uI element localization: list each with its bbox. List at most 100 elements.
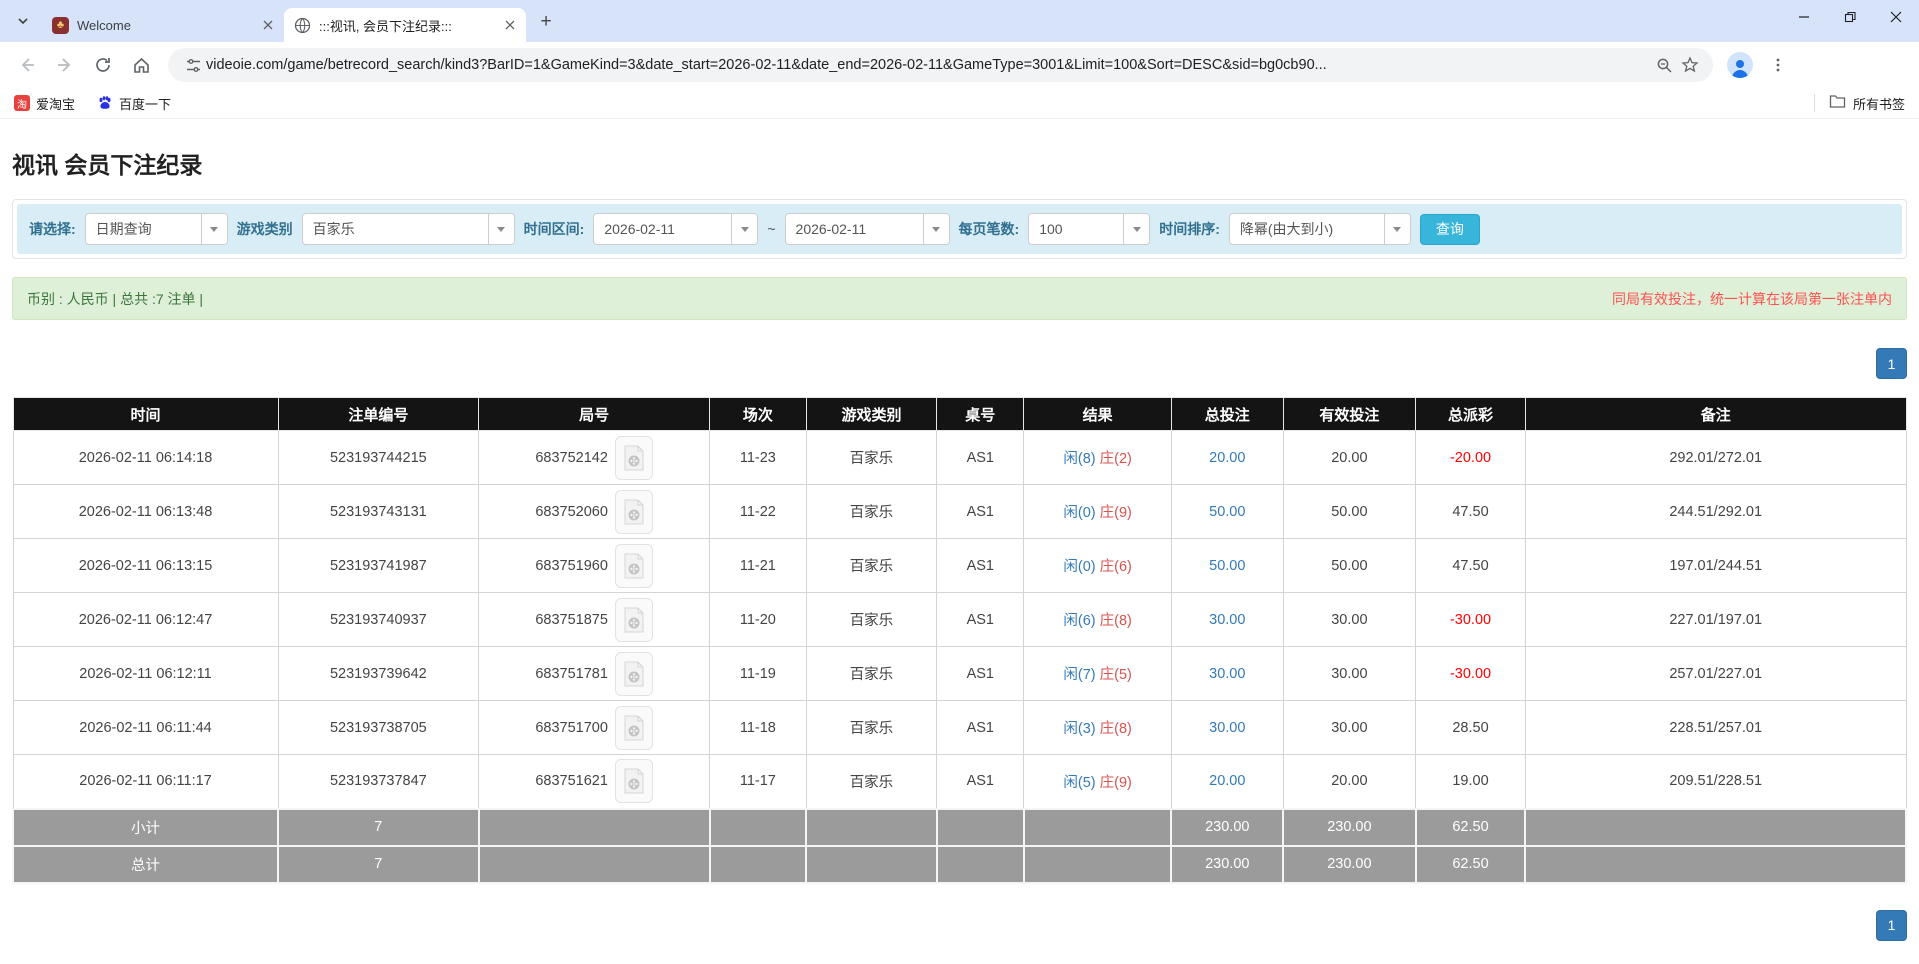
chevron-down-icon[interactable] [1123, 214, 1150, 244]
all-bookmarks-label: 所有书签 [1852, 96, 1905, 112]
video-replay-icon[interactable] [614, 651, 653, 696]
cell-time: 2026-02-11 06:11:44 [12, 700, 279, 755]
summary-bar: 币别 : 人民币 | 总共 :7 注单 | 同局有效投注，统一计算在该局第一张注… [12, 277, 1907, 320]
chevron-down-icon[interactable] [1383, 214, 1410, 244]
date-separator: ~ [767, 221, 776, 237]
cell-payout: -20.00 [1415, 430, 1526, 485]
cell-payout: -30.00 [1415, 646, 1526, 701]
cell-table-no: AS1 [936, 484, 1025, 539]
cell-time: 2026-02-11 06:13:15 [12, 538, 279, 593]
profile-avatar[interactable] [1727, 52, 1753, 78]
cell-round-id: 683751960 [478, 538, 711, 593]
total-valid-bet: 230.00 [1282, 844, 1417, 884]
per-page-label: 每页笔数: [958, 221, 1020, 237]
cell-bet-id: 523193740937 [277, 592, 480, 647]
chevron-down-icon[interactable] [200, 214, 227, 244]
cell-session: 11-22 [709, 484, 807, 539]
chevron-down-icon[interactable] [487, 214, 514, 244]
all-bookmarks-button[interactable]: 所有书签 [1829, 94, 1905, 113]
url-text[interactable]: videoie.com/game/betrecord_search/kind3?… [206, 57, 1651, 73]
cell-result: 闲(6) 庄(8) [1023, 592, 1172, 647]
minimize-button[interactable] [1781, 0, 1827, 34]
home-icon[interactable] [124, 48, 158, 82]
date-range-label: 时间区间: [523, 221, 585, 237]
poker-favicon-icon: ♣ [52, 16, 69, 34]
cell-valid-bet: 50.00 [1282, 484, 1417, 539]
cell-session: 11-23 [709, 430, 807, 485]
video-replay-icon[interactable] [614, 543, 653, 588]
menu-kebab-icon[interactable] [1761, 48, 1795, 82]
game-kind-select[interactable]: 百家乐 [301, 213, 515, 245]
site-settings-tune-icon[interactable] [180, 52, 206, 78]
close-window-button[interactable] [1873, 0, 1919, 34]
cell-remark: 209.51/228.51 [1524, 754, 1907, 809]
bookmark-taobao[interactable]: 淘 爱淘宝 [14, 94, 75, 113]
cell-payout: -30.00 [1415, 592, 1526, 647]
per-page-select[interactable]: 100 [1028, 213, 1151, 245]
cell-bet-id: 523193744215 [277, 430, 480, 485]
bookmark-star-icon[interactable] [1677, 52, 1703, 78]
zoom-magnifier-icon[interactable] [1651, 52, 1677, 78]
tab-search-chevron-icon[interactable] [8, 6, 38, 36]
cell-total-bet: 30.00 [1170, 700, 1284, 755]
reload-icon[interactable] [86, 48, 120, 82]
tab-title: :::视讯, 会员下注纪录::: [319, 18, 452, 34]
restore-button[interactable] [1827, 0, 1873, 34]
table-row: 2026-02-11 06:14:18 523193744215 6837521… [12, 430, 1907, 485]
page-content: 视讯 会员下注纪录 请选择: 日期查询 游戏类别 百家乐 时间区间: 2026-… [0, 146, 1919, 941]
date-start-select[interactable]: 2026-02-11 [593, 213, 759, 245]
cell-session: 11-17 [709, 754, 807, 809]
page-title: 视讯 会员下注纪录 [12, 152, 203, 178]
page-1-button[interactable]: 1 [1876, 909, 1907, 941]
table-row: 2026-02-11 06:12:11 523193739642 6837517… [12, 646, 1907, 701]
query-type-select[interactable]: 日期查询 [84, 213, 228, 245]
table-body: 2026-02-11 06:14:18 523193744215 6837521… [12, 430, 1907, 809]
cell-game: 百家乐 [805, 592, 938, 647]
address-bar[interactable]: videoie.com/game/betrecord_search/kind3?… [168, 48, 1713, 82]
cell-remark: 227.01/197.01 [1524, 592, 1907, 647]
pagination-bottom: 1 [12, 909, 1907, 941]
notice-text: 同局有效投注，统一计算在该局第一张注单内 [1612, 290, 1892, 307]
cell-payout: 28.50 [1415, 700, 1526, 755]
bet-records-table: 时间 注单编号 局号 场次 游戏类别 桌号 结果 总投注 有效投注 总派彩 备注… [11, 397, 1907, 884]
cell-total-bet: 20.00 [1170, 754, 1284, 809]
browser-window: ♣ Welcome :::视讯, 会员下注纪录::: + videoie.com… [0, 0, 1919, 119]
cell-remark: 197.01/244.51 [1524, 538, 1907, 593]
bookmark-baidu[interactable]: 百度一下 [97, 94, 171, 113]
cell-remark: 292.01/272.01 [1524, 430, 1907, 485]
table-header-row: 时间 注单编号 局号 场次 游戏类别 桌号 结果 总投注 有效投注 总派彩 备注 [12, 397, 1907, 431]
chevron-down-icon[interactable] [922, 214, 949, 244]
cell-game: 百家乐 [805, 484, 938, 539]
forward-icon[interactable] [48, 48, 82, 82]
game-kind-label: 游戏类别 [236, 221, 293, 237]
tab-betrecord[interactable]: :::视讯, 会员下注纪录::: [284, 8, 526, 42]
video-replay-icon[interactable] [614, 489, 653, 534]
cell-table-no: AS1 [936, 538, 1025, 593]
video-replay-icon[interactable] [614, 705, 653, 750]
tab-welcome[interactable]: ♣ Welcome [42, 8, 284, 42]
video-replay-icon[interactable] [614, 435, 653, 480]
col-payout: 总派彩 [1415, 397, 1526, 431]
subtotal-row: 小计 7 230.00 230.00 62.50 [11, 807, 1907, 847]
video-replay-icon[interactable] [614, 759, 653, 804]
total-total-bet: 230.00 [1170, 844, 1285, 884]
table-row: 2026-02-11 06:13:15 523193741987 6837519… [12, 538, 1907, 593]
tab-close-icon[interactable] [502, 17, 518, 33]
cell-round-id: 683751875 [478, 592, 711, 647]
tab-close-icon[interactable] [260, 17, 276, 33]
page-1-button[interactable]: 1 [1876, 348, 1907, 379]
video-replay-icon[interactable] [614, 597, 653, 642]
back-icon[interactable] [10, 48, 44, 82]
chevron-down-icon[interactable] [731, 214, 758, 244]
cell-payout: 47.50 [1415, 538, 1526, 593]
cell-remark: 257.01/227.01 [1524, 646, 1907, 701]
total-count: 7 [277, 844, 480, 884]
new-tab-button[interactable]: + [532, 8, 560, 36]
date-end-select[interactable]: 2026-02-11 [784, 213, 950, 245]
search-button[interactable]: 查询 [1419, 213, 1480, 245]
col-game-kind: 游戏类别 [805, 397, 938, 431]
cell-remark: 244.51/292.01 [1524, 484, 1907, 539]
cell-table-no: AS1 [936, 754, 1025, 809]
folder-icon [1829, 94, 1846, 112]
sort-select[interactable]: 降幂(由大到小) [1228, 213, 1411, 245]
